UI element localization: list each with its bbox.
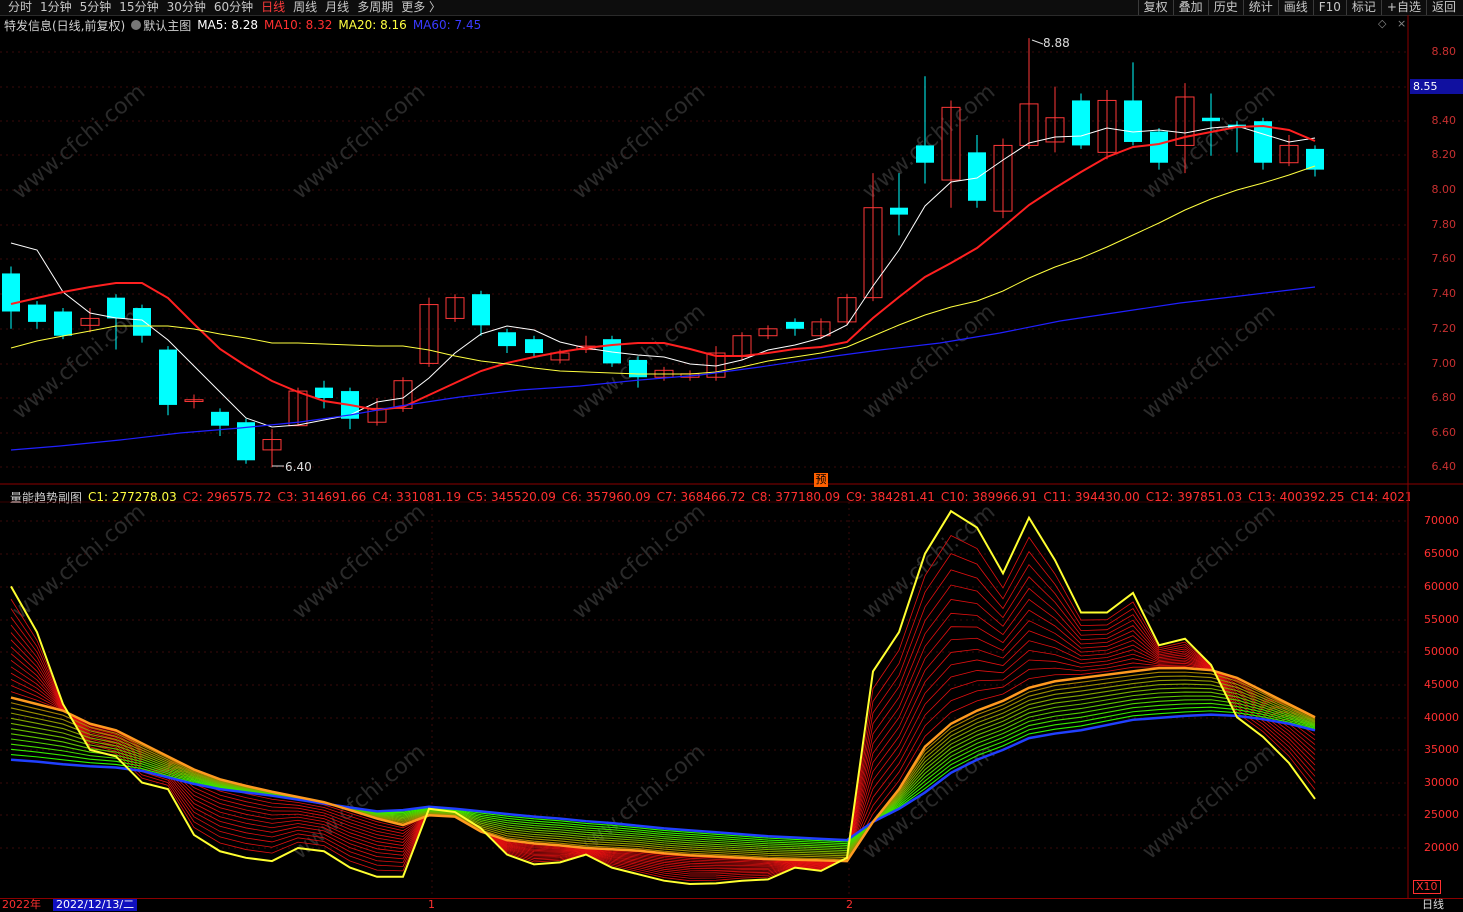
price-tick: 8.20 — [1431, 148, 1457, 161]
candle-body-down — [916, 145, 934, 163]
ma10-line — [10, 124, 1316, 412]
volume-tick: 35000 — [1424, 743, 1459, 756]
forecast-marker[interactable]: 预 — [814, 473, 828, 487]
price-tick: 6.40 — [1431, 460, 1457, 473]
fan-line-red — [10, 666, 1316, 862]
candle-body-down — [472, 294, 490, 326]
price-tick: 8.80 — [1431, 45, 1457, 58]
high-marker: 8.88 — [1043, 36, 1070, 50]
chart-canvas[interactable]: www.cfchi.com www.cfchi.com www.cfchi.com w… — [0, 0, 1463, 898]
candle-body-down — [2, 273, 20, 312]
ma60-line — [10, 286, 1316, 451]
candle-body-down — [159, 349, 177, 405]
fan-line-red — [10, 649, 1316, 864]
unit-label: X10 — [1413, 880, 1441, 894]
candle-body-down — [890, 207, 908, 215]
volume-tick: 20000 — [1424, 841, 1459, 854]
fan-line-red — [10, 598, 1316, 871]
candle-body-down — [107, 297, 125, 319]
price-tick: 6.80 — [1431, 391, 1457, 404]
price-tick: 7.60 — [1431, 252, 1457, 265]
candle-body-down — [968, 152, 986, 201]
candle-body-down — [629, 359, 647, 378]
time-axis: 2022年 2022/12/13/二 1 2 日线 — [0, 898, 1463, 912]
date-label: 2022/12/13/二 — [53, 899, 138, 911]
volume-tick: 40000 — [1424, 711, 1459, 724]
candle-body-down — [1202, 117, 1220, 122]
watermark: www.cfchi.com — [568, 499, 710, 624]
volume-tick: 65000 — [1424, 547, 1459, 560]
fan-line-red — [10, 662, 1316, 862]
candle-body-down — [498, 332, 516, 347]
candle-body-down — [211, 411, 229, 426]
candle-body-down — [525, 339, 543, 354]
watermark: www.cfchi.com — [568, 79, 710, 204]
price-tick: 6.60 — [1431, 426, 1457, 439]
price-tick: 8.40 — [1431, 114, 1457, 127]
candle-body-down — [315, 387, 333, 398]
watermark: www.cfchi.com — [858, 499, 1000, 624]
watermark: www.cfchi.com — [8, 499, 150, 624]
volume-tick: 45000 — [1424, 678, 1459, 691]
period-label: 日线 — [1422, 898, 1444, 911]
year-label: 2022年 — [2, 898, 41, 911]
watermark: www.cfchi.com — [288, 499, 430, 624]
volume-tick: 50000 — [1424, 645, 1459, 658]
candle-body-down — [28, 304, 46, 322]
volume-tick: 70000 — [1424, 514, 1459, 527]
candle-body-down — [1124, 100, 1142, 142]
candle-body-down — [1072, 100, 1090, 146]
ma5-line — [10, 125, 1316, 428]
volume-tick: 30000 — [1424, 776, 1459, 789]
candle-body-down — [54, 311, 72, 336]
price-tick: 7.40 — [1431, 287, 1457, 300]
month-label-1: 1 — [428, 898, 435, 911]
price-tick: 7.20 — [1431, 322, 1457, 335]
watermark: www.cfchi.com — [288, 79, 430, 204]
month-label-2: 2 — [846, 898, 853, 911]
watermark: www.cfchi.com — [858, 299, 1000, 424]
low-marker: 6.40 — [285, 460, 312, 474]
candle-body-down — [786, 321, 804, 329]
watermark: www.cfchi.com — [1138, 299, 1280, 424]
candle-body-down — [133, 308, 151, 336]
price-tick: 8.00 — [1431, 183, 1457, 196]
high-arrow — [1031, 39, 1044, 45]
volume-tick: 55000 — [1424, 613, 1459, 626]
volume-tick: 25000 — [1424, 808, 1459, 821]
watermark: www.cfchi.com — [8, 79, 150, 204]
watermark: www.cfchi.com — [1138, 499, 1280, 624]
volume-tick: 60000 — [1424, 580, 1459, 593]
price-tick: 7.80 — [1431, 218, 1457, 231]
price-tick: 7.00 — [1431, 357, 1457, 370]
candle-body-down — [1150, 131, 1168, 163]
current-price-tag: 8.55 — [1410, 79, 1463, 94]
watermark: www.cfchi.com — [1138, 739, 1280, 864]
